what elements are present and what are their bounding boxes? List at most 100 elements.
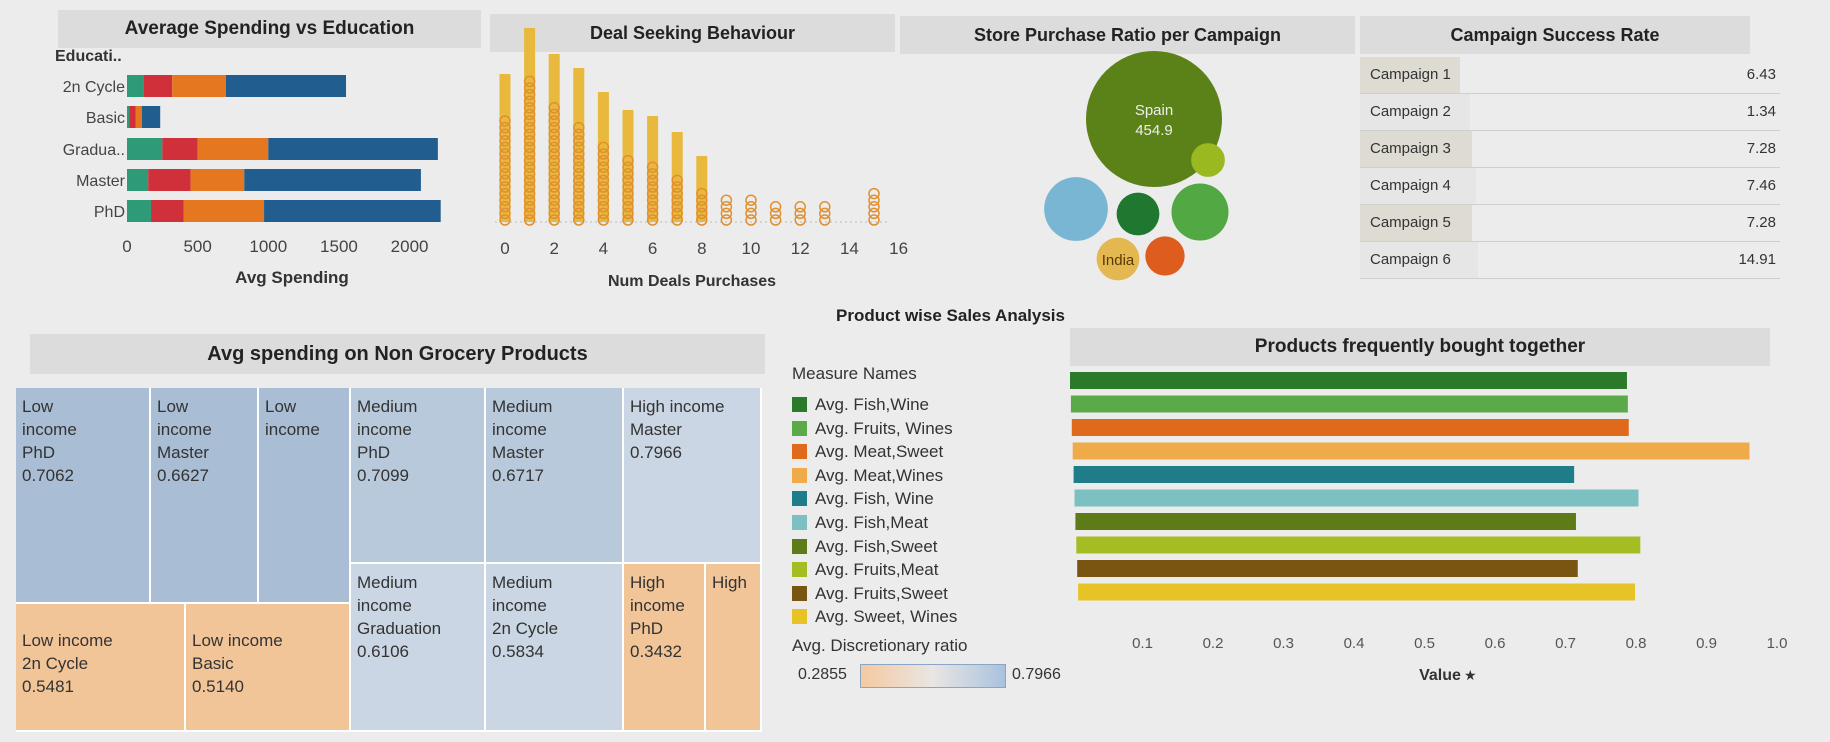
edu-bar-segment <box>190 169 245 191</box>
deal-scatter-chart: 0 2 4 6 8 10 12 14 16 Num Deals Purchases <box>495 28 908 290</box>
nongrocery-title-bar: Avg spending on Non Grocery Products <box>30 334 765 374</box>
treemap-cell: Low income 2n Cycle 0.5481 <box>16 604 186 732</box>
together-bar <box>1070 395 1628 413</box>
legend-label: Avg. Fruits,Sweet <box>815 583 948 603</box>
treemap-cell: High <box>706 564 762 732</box>
treemap-cell: Medium income PhD 0.7099 <box>351 388 486 564</box>
measure-legend-item: Avg. Fish,Sweet <box>792 536 938 558</box>
treemap-cell-text: income <box>357 595 412 615</box>
discretionary-legend-title: Avg. Discretionary ratio <box>792 636 968 655</box>
together-xlabel: Value <box>1419 667 1461 684</box>
treemap-cell: High income PhD 0.3432 <box>624 564 706 732</box>
store-bubble <box>1116 192 1160 236</box>
deal-x-tick: 0 <box>500 239 509 258</box>
edu-bar-segment <box>268 138 438 160</box>
deal-x-tick: 12 <box>791 239 810 258</box>
edu-bar-segment <box>148 169 191 191</box>
deal-point <box>868 187 880 200</box>
treemap-cell-text: PhD <box>630 618 664 638</box>
edu-bar-segment <box>183 200 265 222</box>
treemap-cell: High income Master 0.7966 <box>624 388 762 564</box>
measure-legend-item: Avg. Fruits, Wines <box>792 418 953 440</box>
treemap-cell-text: Master <box>630 419 682 439</box>
legend-label: Avg. Sweet, Wines <box>815 607 958 627</box>
legend-label: Avg. Meat,Wines <box>815 465 944 485</box>
campaign-name: Campaign 1 <box>1360 57 1460 93</box>
campaign-rate: 7.28 <box>1746 140 1776 157</box>
store-bubble <box>1191 143 1225 177</box>
edu-x-tick: 1500 <box>320 237 358 256</box>
deal-x-tick: 14 <box>840 239 859 258</box>
edu-bar-segment <box>244 169 421 191</box>
treemap-cell-text: Basic <box>192 653 234 673</box>
together-bar <box>1074 489 1639 507</box>
treemap-cell-text: PhD <box>22 442 56 462</box>
store-bubble <box>1145 236 1185 276</box>
campaign-row: Campaign 4 7.46 <box>1360 168 1780 205</box>
legend-swatch <box>792 444 807 460</box>
campaign-name: Campaign 2 <box>1360 94 1470 130</box>
measure-legend-item: Avg. Meat,Wines <box>792 465 943 487</box>
edu-xlabel: Avg Spending <box>235 268 349 287</box>
legend-swatch <box>792 538 807 554</box>
measure-legend-item: Avg. Fruits,Sweet <box>792 583 948 605</box>
edu-x-tick: 500 <box>183 237 211 256</box>
legend-label: Avg. Fish, Wine <box>815 489 934 509</box>
treemap-cell-text: High <box>712 573 747 592</box>
treemap-cell-text: Low income <box>22 631 113 650</box>
legend-label: Avg. Fruits, Wines <box>815 418 953 438</box>
together-bar <box>1071 419 1629 436</box>
together-bar <box>1070 372 1627 389</box>
edu-bar-segment <box>172 75 226 97</box>
discretionary-min: 0.2855 <box>798 666 847 683</box>
together-x-tick: 0.2 <box>1203 635 1224 652</box>
legend-label: Avg. Meat,Sweet <box>815 442 944 462</box>
edu-x-tick: 0 <box>122 237 131 256</box>
together-bar <box>1072 442 1750 460</box>
treemap-cell-text: Medium <box>357 573 418 592</box>
deal-x-tick: 4 <box>599 239 608 258</box>
treemap-cell-text: 0.3432 <box>630 641 682 661</box>
together-x-tick: 0.8 <box>1626 635 1647 652</box>
together-x-tick: 0.5 <box>1414 635 1435 652</box>
treemap-cell-text: Graduation <box>357 618 442 638</box>
campaign-name: Campaign 3 <box>1360 131 1472 167</box>
legend-label: Avg. Fish,Wine <box>815 395 930 414</box>
together-bar <box>1073 466 1575 483</box>
edu-bar-segment <box>143 75 173 97</box>
discretionary-gradient <box>860 664 1006 688</box>
edu-bar-segment <box>127 169 149 191</box>
treemap-cell-text: 0.7966 <box>630 442 682 462</box>
edu-bar-segment <box>197 138 269 160</box>
campaign-name: Campaign 4 <box>1360 168 1476 204</box>
together-bar <box>1078 583 1636 601</box>
together-x-tick: 0.3 <box>1273 635 1294 652</box>
together-bar <box>1075 513 1576 530</box>
legend-swatch <box>792 397 807 412</box>
edu-bar-segment <box>127 75 144 97</box>
sort-icon[interactable]: ★ <box>1464 668 1477 684</box>
treemap-cell: Medium income Graduation 0.6106 <box>351 564 486 732</box>
treemap-cell-text: 0.7062 <box>22 465 74 485</box>
deal-point <box>819 201 831 213</box>
treemap-cell-text: Medium <box>357 397 418 416</box>
treemap-cell: Low income <box>259 388 351 604</box>
campaign-rate: 7.28 <box>1746 214 1776 231</box>
treemap-cell-text: 2n Cycle <box>492 618 559 638</box>
legend-swatch <box>792 562 807 578</box>
store-bubble <box>1171 183 1229 241</box>
edu-bar-segment <box>127 138 163 160</box>
edu-bar-segment <box>135 106 142 128</box>
edu-bar-segment <box>141 106 161 128</box>
store-bubble-chart: Spain 454.9 India <box>1044 51 1229 281</box>
treemap-cell-text: Low <box>265 397 297 416</box>
treemap-cell-text: Medium <box>492 397 553 416</box>
treemap-cell-text: Low income <box>192 631 283 650</box>
together-x-tick: 0.7 <box>1555 635 1576 652</box>
edu-category-label: Basic <box>86 110 125 127</box>
discretionary-max: 0.7966 <box>1012 666 1061 683</box>
edu-bar-segment <box>127 200 152 222</box>
campaign-row: Campaign 3 7.28 <box>1360 131 1780 168</box>
legend-swatch <box>792 609 807 625</box>
deal-x-tick: 8 <box>697 239 706 258</box>
